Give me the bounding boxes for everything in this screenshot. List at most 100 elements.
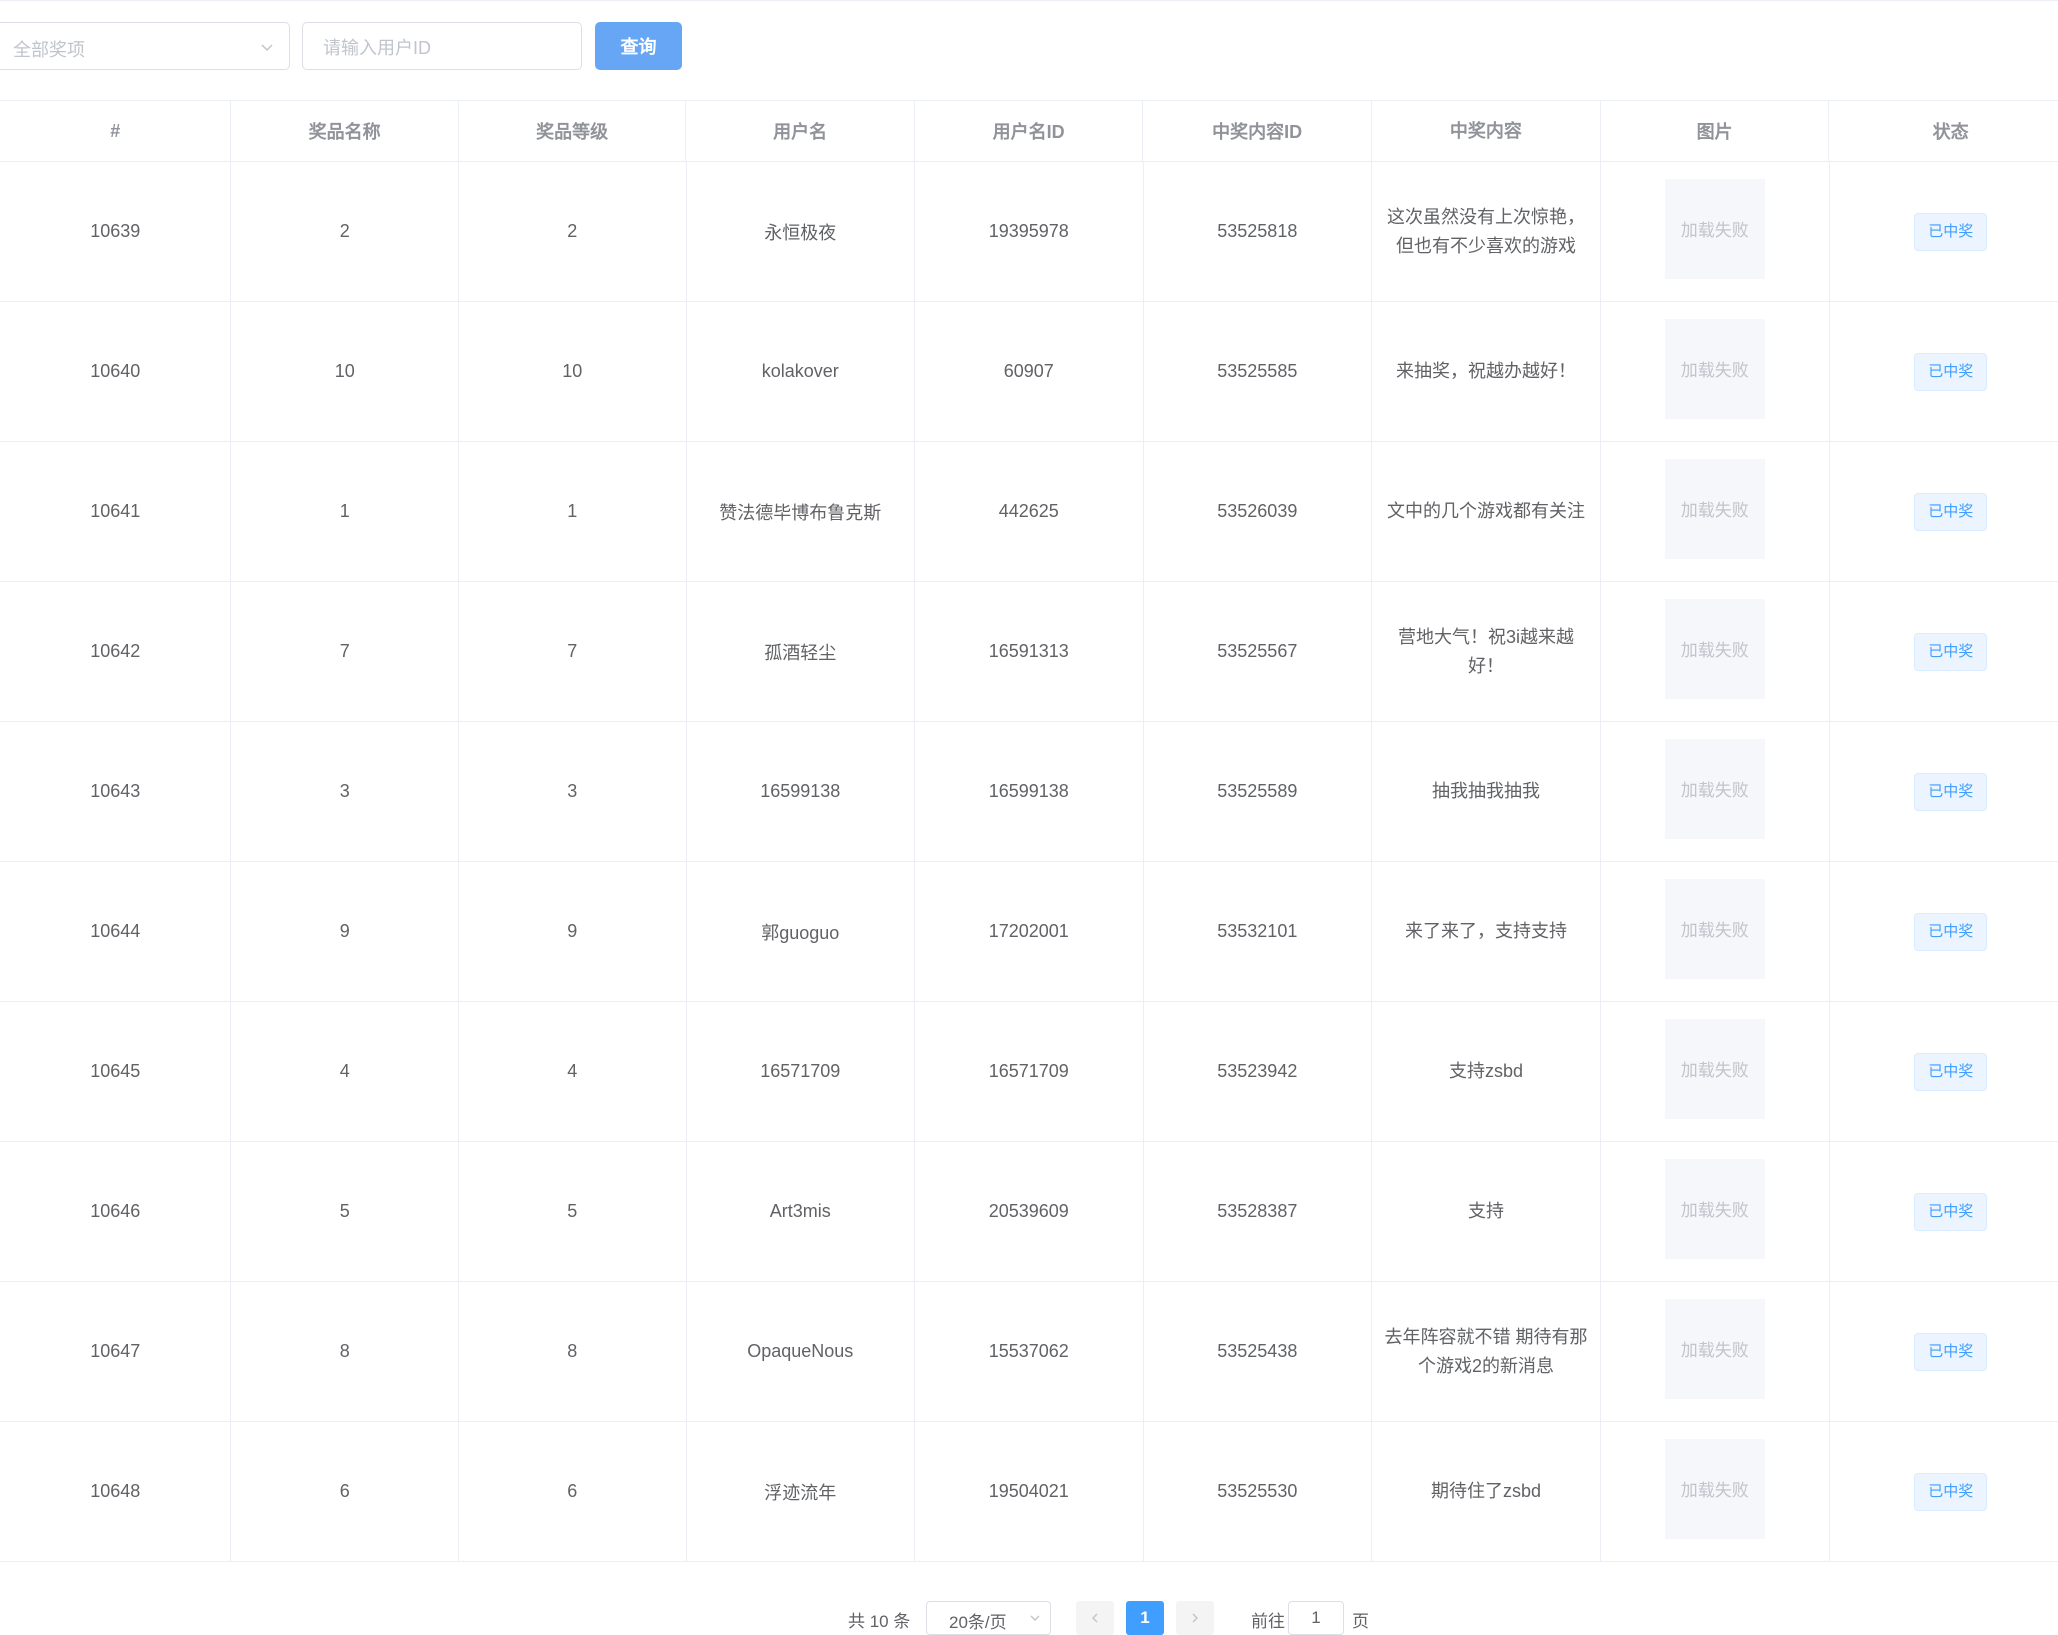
chevron-left-icon [1092, 1613, 1098, 1623]
image-placeholder[interactable]: 加载失败 [1664, 458, 1765, 559]
cell-username: 16599138 [687, 722, 916, 861]
cell-content-id: 53525530 [1144, 1422, 1373, 1561]
header-content[interactable]: 中奖内容 [1372, 101, 1601, 161]
cell-content: 期待住了zsbd [1372, 1422, 1602, 1561]
cell-prize-level: 1 [459, 442, 687, 581]
cell-username: 赞法德毕博布鲁克斯 [687, 442, 916, 581]
cell-content-id: 53532101 [1144, 862, 1373, 1001]
cell-content-id: 53528387 [1144, 1142, 1373, 1281]
cell-image: 加载失败 [1601, 1422, 1830, 1561]
cell-image: 加载失败 [1601, 582, 1830, 721]
page-size-select[interactable]: 20条/页 [926, 1601, 1051, 1635]
image-placeholder[interactable]: 加载失败 [1664, 178, 1765, 279]
cell-image: 加载失败 [1601, 442, 1830, 581]
cell-status: 已中奖 [1830, 722, 2058, 861]
status-badge: 已中奖 [1914, 1472, 1988, 1511]
image-placeholder[interactable]: 加载失败 [1664, 1298, 1765, 1399]
cell-status: 已中奖 [1830, 302, 2058, 441]
cell-prize-name: 8 [231, 1282, 459, 1421]
header-id[interactable]: # [0, 101, 232, 161]
image-placeholder[interactable]: 加载失败 [1664, 598, 1765, 699]
cell-prize-name: 3 [231, 722, 459, 861]
cell-status: 已中奖 [1830, 442, 2058, 581]
image-placeholder[interactable]: 加载失败 [1664, 878, 1765, 979]
table-row: 10646 5 5 Art3mis 20539609 53528387 支持 加… [0, 1142, 2058, 1282]
cell-prize-name: 6 [231, 1422, 459, 1561]
image-placeholder[interactable]: 加载失败 [1664, 1158, 1765, 1259]
cell-content-id: 53525585 [1144, 302, 1373, 441]
user-id-field[interactable] [302, 22, 582, 70]
goto-page-input[interactable]: 1 [1288, 1601, 1344, 1635]
cell-id: 10641 [0, 442, 232, 581]
cell-id: 10643 [0, 722, 232, 861]
cell-content: 抽我抽我抽我 [1372, 722, 1602, 861]
cell-user-id: 20539609 [915, 1142, 1144, 1281]
cell-id: 10646 [0, 1142, 232, 1281]
pagination-total: 共 10 条 [848, 1612, 911, 1631]
page-size-value: 20条/页 [949, 1613, 1007, 1632]
cell-content: 营地大气！祝3i越来越好！ [1372, 582, 1602, 721]
cell-image: 加载失败 [1601, 862, 1830, 1001]
image-placeholder[interactable]: 加载失败 [1664, 738, 1765, 839]
status-badge: 已中奖 [1914, 772, 1988, 811]
user-id-input[interactable] [321, 35, 565, 61]
cell-prize-level: 9 [459, 862, 687, 1001]
cell-image: 加载失败 [1601, 1002, 1830, 1141]
cell-image: 加载失败 [1601, 722, 1830, 861]
pagination: 共 10 条 20条/页 1 前往 1 页 [0, 1601, 2058, 1635]
cell-content: 支持zsbd [1372, 1002, 1602, 1141]
cell-prize-level: 4 [459, 1002, 687, 1141]
table-row: 10640 10 10 kolakover 60907 53525585 来抽奖… [0, 302, 2058, 442]
image-placeholder[interactable]: 加载失败 [1664, 1438, 1765, 1539]
cell-id: 10647 [0, 1282, 232, 1421]
query-button[interactable]: 查询 [595, 22, 682, 70]
cell-prize-name: 4 [231, 1002, 459, 1141]
prize-select[interactable]: 全部奖项 [0, 22, 290, 70]
header-content-id[interactable]: 中奖内容ID [1143, 101, 1372, 161]
cell-id: 10645 [0, 1002, 232, 1141]
winners-table: # 奖品名称 奖品等级 用户名 用户名ID 中奖内容ID 中奖内容 图片 状态 … [0, 100, 2058, 1562]
header-prize-level[interactable]: 奖品等级 [459, 101, 687, 161]
header-username[interactable]: 用户名 [686, 101, 915, 161]
cell-content: 来了来了，支持支持 [1372, 862, 1602, 1001]
cell-username: 浮迹流年 [687, 1422, 916, 1561]
cell-content-id: 53525438 [1144, 1282, 1373, 1421]
cell-prize-level: 7 [459, 582, 687, 721]
cell-status: 已中奖 [1830, 1002, 2058, 1141]
cell-user-id: 16599138 [915, 722, 1144, 861]
header-image[interactable]: 图片 [1601, 101, 1830, 161]
status-badge: 已中奖 [1914, 632, 1988, 671]
status-badge: 已中奖 [1914, 212, 1988, 251]
cell-content: 文中的几个游戏都有关注 [1372, 442, 1602, 581]
header-status[interactable]: 状态 [1829, 101, 2058, 161]
cell-id: 10640 [0, 302, 232, 441]
cell-id: 10644 [0, 862, 232, 1001]
cell-status: 已中奖 [1830, 162, 2058, 301]
cell-prize-name: 7 [231, 582, 459, 721]
table-row: 10648 6 6 浮迹流年 19504021 53525530 期待住了zsb… [0, 1422, 2058, 1562]
next-page-button[interactable] [1176, 1601, 1214, 1635]
filter-bar: 全部奖项 查询 [0, 22, 2058, 72]
cell-user-id: 15537062 [915, 1282, 1144, 1421]
cell-prize-level: 6 [459, 1422, 687, 1561]
cell-user-id: 19504021 [915, 1422, 1144, 1561]
header-user-id[interactable]: 用户名ID [915, 101, 1144, 161]
image-placeholder[interactable]: 加载失败 [1664, 318, 1765, 419]
cell-content-id: 53525589 [1144, 722, 1373, 861]
prev-page-button[interactable] [1076, 1601, 1114, 1635]
cell-content: 支持 [1372, 1142, 1602, 1281]
cell-status: 已中奖 [1830, 1282, 2058, 1421]
status-badge: 已中奖 [1914, 492, 1988, 531]
cell-username: 孤酒轻尘 [687, 582, 916, 721]
table-row: 10644 9 9 郭guoguo 17202001 53532101 来了来了… [0, 862, 2058, 1002]
cell-status: 已中奖 [1830, 1142, 2058, 1281]
page-label: 页 [1352, 1612, 1369, 1631]
cell-user-id: 60907 [915, 302, 1144, 441]
image-placeholder[interactable]: 加载失败 [1664, 1018, 1765, 1119]
cell-content-id: 53526039 [1144, 442, 1373, 581]
status-badge: 已中奖 [1914, 1332, 1988, 1371]
page-number-button[interactable]: 1 [1126, 1601, 1164, 1635]
cell-user-id: 16571709 [915, 1002, 1144, 1141]
header-prize-name[interactable]: 奖品名称 [231, 101, 459, 161]
cell-user-id: 16591313 [915, 582, 1144, 721]
